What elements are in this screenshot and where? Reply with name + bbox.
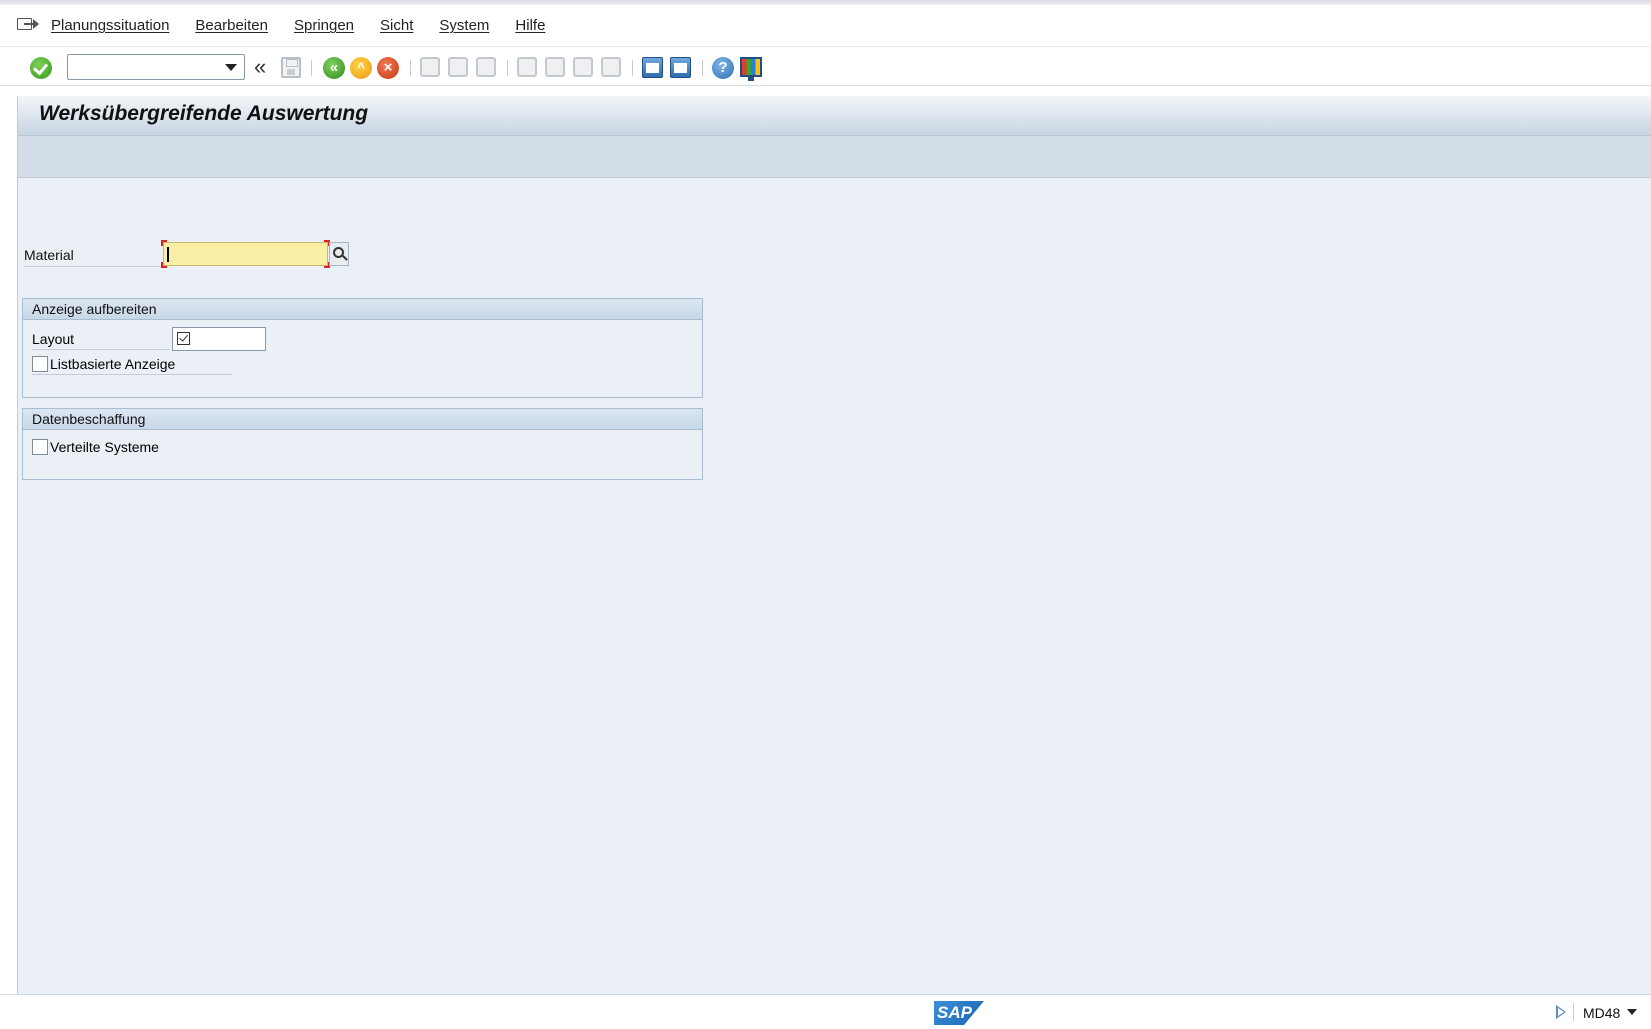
sap-logo: SAP xyxy=(934,1001,984,1025)
back-icon[interactable]: « xyxy=(323,57,345,79)
layout-input[interactable] xyxy=(172,327,266,351)
material-input[interactable] xyxy=(161,240,330,268)
layout-check-icon xyxy=(177,332,190,345)
group-datenbeschaffung: Datenbeschaffung Verteilte Systeme xyxy=(22,408,703,480)
status-expand-icon[interactable] xyxy=(1556,1005,1566,1019)
menu-system[interactable]: System xyxy=(439,17,489,34)
title-bar: Werksübergreifende Auswertung xyxy=(18,96,1651,136)
listbasierte-anzeige-option[interactable]: Listbasierte Anzeige xyxy=(32,356,232,375)
verteilte-systeme-label: Verteilte Systeme xyxy=(50,439,159,455)
listbasierte-anzeige-label: Listbasierte Anzeige xyxy=(50,356,176,372)
verteilte-systeme-option[interactable]: Verteilte Systeme xyxy=(32,439,159,455)
command-field[interactable] xyxy=(67,54,245,80)
previous-page-icon xyxy=(545,57,565,77)
required-marker xyxy=(161,262,167,268)
menu-bar: Planungssituation Bearbeiten Springen Si… xyxy=(0,5,1651,47)
exit-icon[interactable]: ^ xyxy=(350,57,372,79)
cancel-icon[interactable]: × xyxy=(377,57,399,79)
toolbar-separator xyxy=(702,60,703,76)
enter-check-icon[interactable] xyxy=(30,57,52,79)
listbasierte-anzeige-checkbox[interactable] xyxy=(32,356,48,372)
customize-layout-icon[interactable] xyxy=(740,57,762,81)
menu-springen[interactable]: Springen xyxy=(294,17,354,34)
menu-bearbeiten[interactable]: Bearbeiten xyxy=(195,17,268,34)
last-page-icon xyxy=(601,57,621,77)
toolbar-separator xyxy=(410,60,411,76)
text-cursor xyxy=(167,247,169,262)
toolbar-separator xyxy=(311,60,312,76)
help-icon[interactable]: ? xyxy=(712,57,734,79)
chevron-down-icon[interactable] xyxy=(1627,1009,1637,1015)
menu-exit-icon[interactable] xyxy=(16,16,39,36)
toolbar-separator xyxy=(507,60,508,76)
find-next-icon xyxy=(476,57,496,77)
transaction-code: MD48 xyxy=(1583,1005,1621,1021)
material-label: Material xyxy=(24,247,162,267)
status-separator xyxy=(1573,1003,1574,1021)
toolbar-separator xyxy=(632,60,633,76)
status-bar: SAP MD48 xyxy=(0,994,1651,1029)
first-page-icon xyxy=(517,57,537,77)
application-toolbar xyxy=(18,136,1651,178)
command-field-dropdown-icon[interactable] xyxy=(225,64,237,71)
menu-planungssituation[interactable]: Planungssituation xyxy=(51,17,169,34)
standard-toolbar: « « ^ × ? xyxy=(0,48,1651,86)
find-icon xyxy=(448,57,468,77)
main-screen: Werksübergreifende Auswertung Material A… xyxy=(17,96,1651,994)
collapse-command-field-icon[interactable]: « xyxy=(254,56,272,79)
page-title: Werksübergreifende Auswertung xyxy=(39,102,369,125)
group-title: Anzeige aufbereiten xyxy=(23,299,702,320)
sap-logo-text: SAP xyxy=(937,1003,972,1022)
group-anzeige-aufbereiten: Anzeige aufbereiten Layout Listbasierte … xyxy=(22,298,703,398)
menu-hilfe[interactable]: Hilfe xyxy=(515,17,545,34)
verteilte-systeme-checkbox[interactable] xyxy=(32,439,48,455)
material-search-help-button[interactable] xyxy=(329,242,349,266)
save-icon xyxy=(281,57,301,78)
create-session-icon[interactable] xyxy=(642,57,663,78)
layout-label: Layout xyxy=(32,331,170,350)
required-marker xyxy=(161,240,167,246)
menu-sicht[interactable]: Sicht xyxy=(380,17,413,34)
next-page-icon xyxy=(573,57,593,77)
create-shortcut-icon[interactable] xyxy=(670,57,691,78)
group-title: Datenbeschaffung xyxy=(23,409,702,430)
print-icon xyxy=(420,57,440,77)
